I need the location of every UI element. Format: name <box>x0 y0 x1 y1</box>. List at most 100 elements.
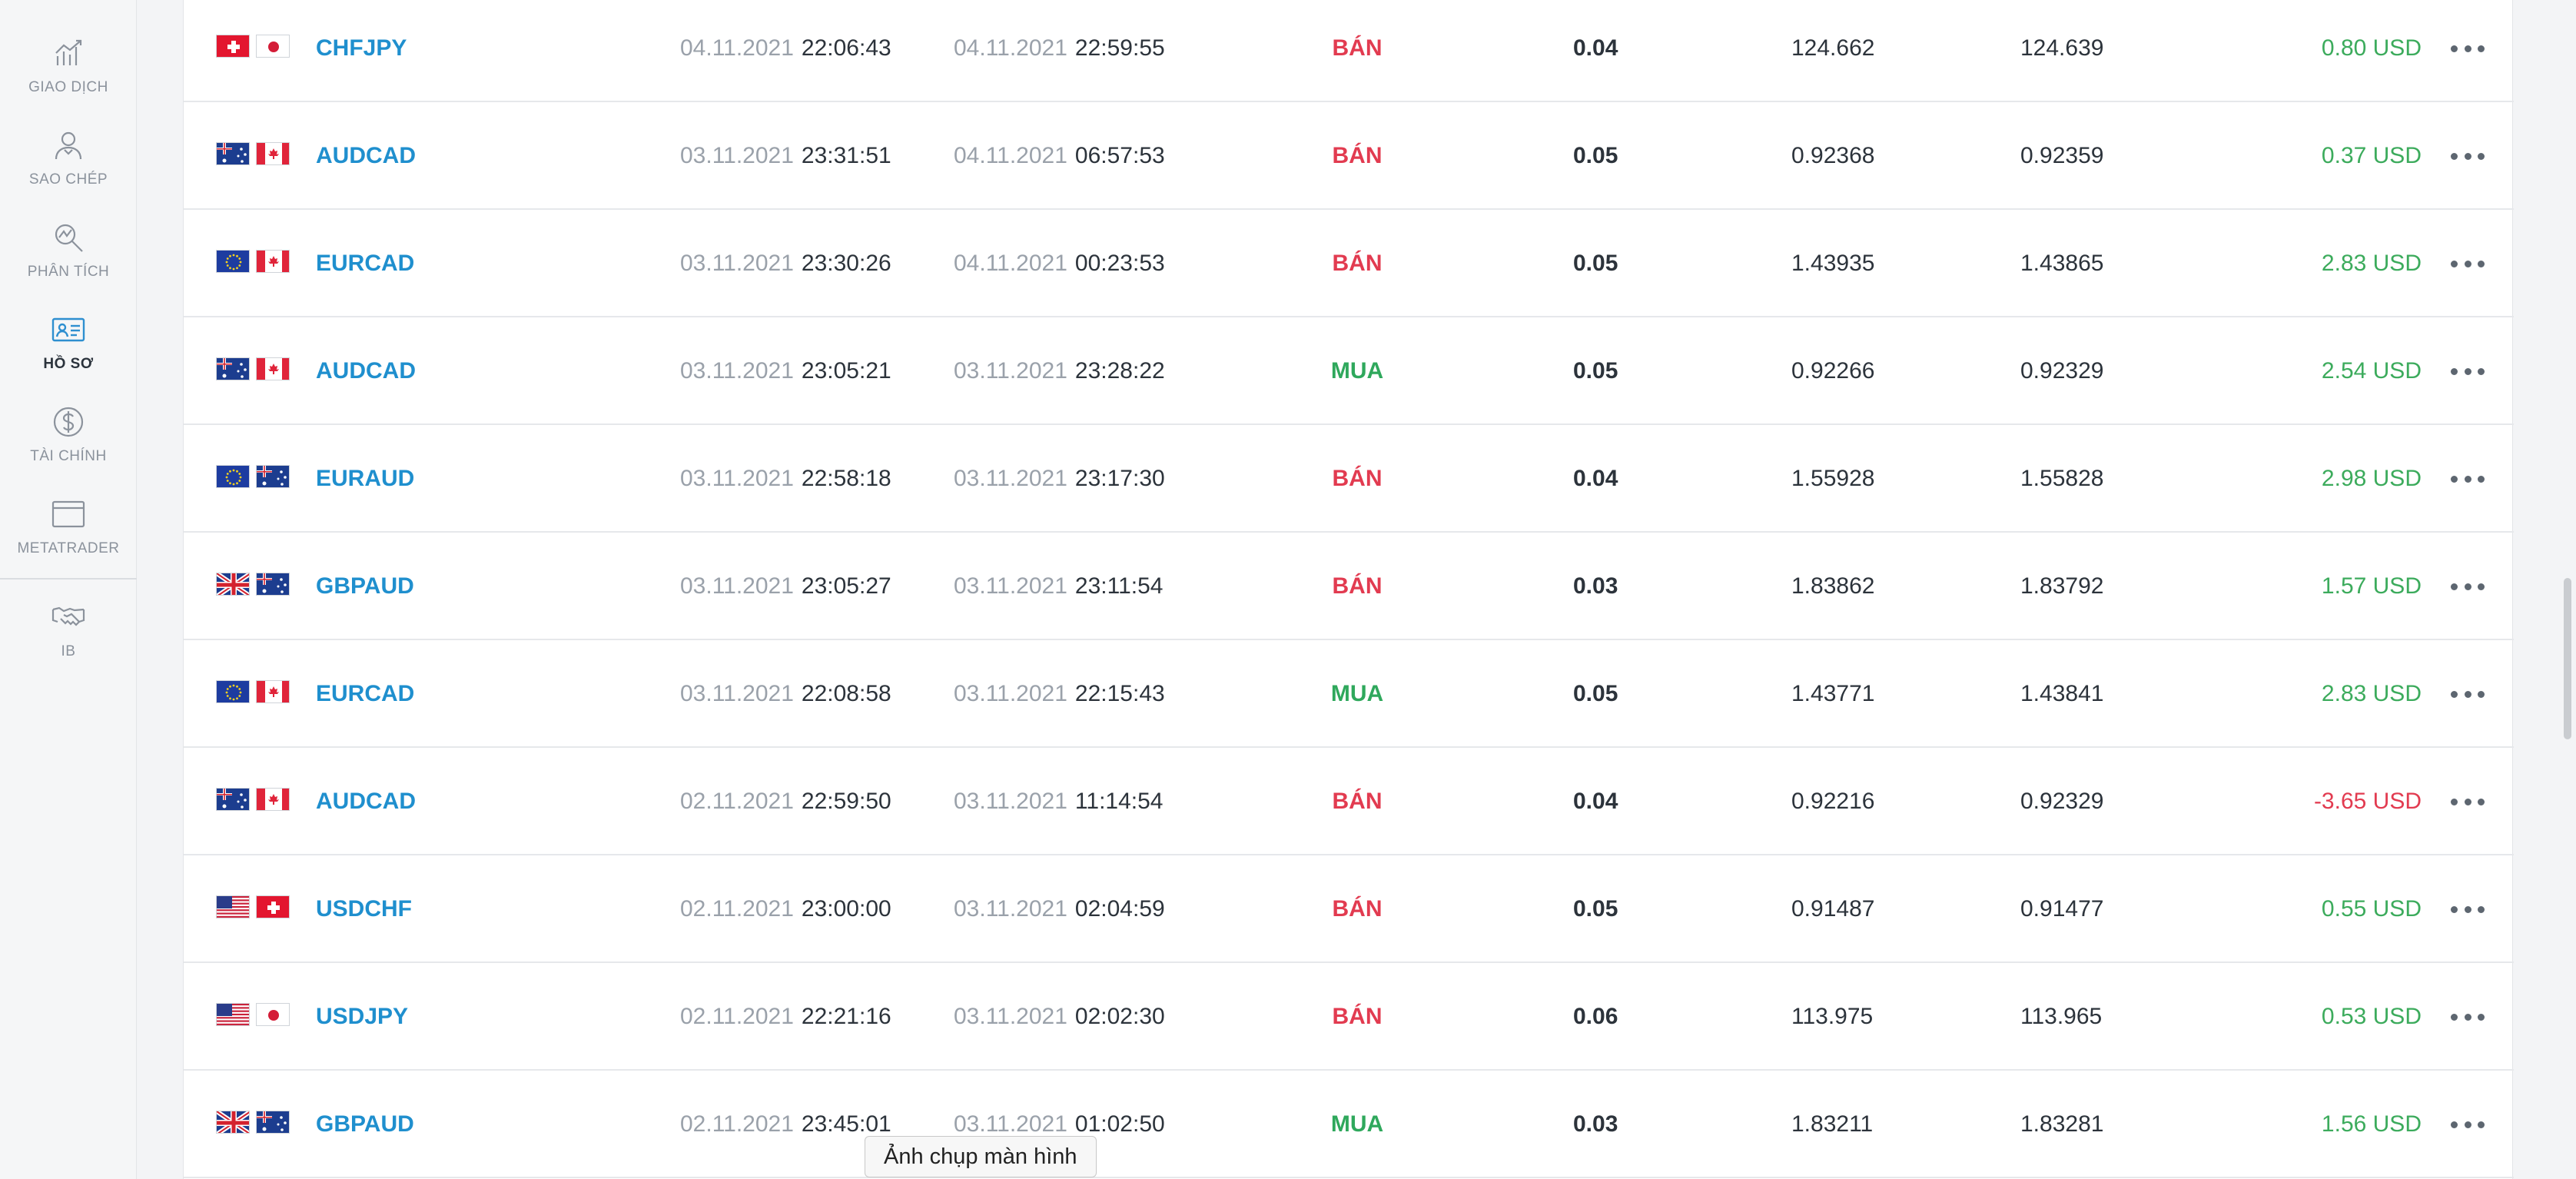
trade-volume: 0.05 <box>1573 143 1618 168</box>
table-row[interactable]: EURCAD 03.11.2021 22:08:58 03.11.2021 22… <box>184 640 2514 748</box>
open-time: 22:06:43 <box>801 35 891 61</box>
symbol-link[interactable]: GBPAUD <box>316 533 414 640</box>
table-row[interactable]: GBPAUD 03.11.2021 23:05:27 03.11.2021 23… <box>184 533 2514 640</box>
open-time: 22:58:18 <box>801 466 891 491</box>
more-dots-icon <box>2478 475 2485 483</box>
trade-profit: 2.98 USD <box>2321 466 2422 491</box>
currency-flags <box>216 465 290 488</box>
table-row[interactable]: EURCAD 03.11.2021 23:30:26 04.11.2021 00… <box>184 210 2514 317</box>
trade-profit: 1.57 USD <box>2321 573 2422 599</box>
symbol-link[interactable]: EURCAD <box>316 210 414 317</box>
trade-side: BÁN <box>1332 1004 1383 1029</box>
more-dots-icon <box>2478 583 2485 590</box>
more-options-button[interactable] <box>2451 1006 2485 1028</box>
more-options-button[interactable] <box>2451 38 2485 59</box>
sidebar-item-finance[interactable]: TÀI CHÍNH <box>0 392 137 477</box>
open-price: 1.55928 <box>1791 466 1875 491</box>
open-date: 02.11.2021 <box>680 896 794 922</box>
close-date: 04.11.2021 <box>954 143 1067 168</box>
table-row[interactable]: EURAUD 03.11.2021 22:58:18 03.11.2021 23… <box>184 425 2514 533</box>
handshake-icon <box>51 606 85 626</box>
sidebar-item-copy[interactable]: SAO CHÉP <box>0 115 137 200</box>
sidebar-item-label: GIAO DỊCH <box>28 79 108 95</box>
australia-flag-icon <box>256 573 290 596</box>
trade-side: BÁN <box>1332 789 1383 814</box>
open-time: 23:30:26 <box>801 251 891 276</box>
sidebar-item-ib[interactable]: IB <box>0 587 137 672</box>
trade-side: BÁN <box>1332 466 1383 491</box>
trade-profit: 2.83 USD <box>2321 681 2422 706</box>
symbol-link[interactable]: USDCHF <box>316 855 412 963</box>
open-time: 22:59:50 <box>801 789 891 814</box>
open-price: 0.92266 <box>1791 358 1875 384</box>
trade-volume: 0.05 <box>1573 251 1618 276</box>
close-date: 03.11.2021 <box>954 896 1067 922</box>
more-options-button[interactable] <box>2451 253 2485 274</box>
more-dots-icon <box>2451 45 2458 52</box>
australia-flag-icon <box>216 142 250 165</box>
australia-flag-icon <box>216 788 250 811</box>
symbol-link[interactable]: AUDCAD <box>316 317 416 425</box>
table-row[interactable]: GBPAUD 02.11.2021 23:45:01 03.11.2021 01… <box>184 1071 2514 1178</box>
more-options-button[interactable] <box>2451 791 2485 812</box>
scrollbar-thumb[interactable] <box>2564 578 2571 739</box>
more-options-button[interactable] <box>2451 683 2485 705</box>
open-price: 113.975 <box>1791 1004 1874 1029</box>
close-time: 11:14:54 <box>1074 789 1164 814</box>
more-options-button[interactable] <box>2451 1114 2485 1135</box>
symbol-link[interactable]: CHFJPY <box>316 0 407 102</box>
close-datetime: 03.11.2021 23:17:30 <box>954 425 1165 533</box>
table-row[interactable]: USDJPY 02.11.2021 22:21:16 03.11.2021 02… <box>184 963 2514 1071</box>
more-options-button[interactable] <box>2451 145 2485 167</box>
close-price: 1.83281 <box>2020 1111 2104 1137</box>
canada-flag-icon <box>256 357 290 380</box>
more-dots-icon <box>2464 475 2471 483</box>
sidebar-item-trading[interactable]: GIAO DỊCH <box>0 23 137 108</box>
symbol-link[interactable]: EURAUD <box>316 425 414 533</box>
sidebar-item-label: SAO CHÉP <box>28 171 108 188</box>
trade-volume: 0.06 <box>1573 1004 1618 1029</box>
currency-flags <box>216 357 290 380</box>
close-datetime: 03.11.2021 02:04:59 <box>954 855 1165 963</box>
more-options-button[interactable] <box>2451 898 2485 920</box>
currency-flags <box>216 680 290 703</box>
open-datetime: 03.11.2021 23:05:27 <box>680 533 891 640</box>
more-dots-icon <box>2464 905 2471 913</box>
more-options-button[interactable] <box>2451 360 2485 382</box>
open-price: 124.662 <box>1791 35 1875 61</box>
open-date: 03.11.2021 <box>680 573 794 599</box>
analytics-icon <box>55 224 83 252</box>
more-options-button[interactable] <box>2451 576 2485 597</box>
table-row[interactable]: AUDCAD 03.11.2021 23:31:51 04.11.2021 06… <box>184 102 2514 210</box>
close-price: 0.92329 <box>2020 358 2104 384</box>
uk-flag-icon <box>216 573 250 596</box>
trade-volume: 0.03 <box>1573 573 1618 599</box>
symbol-link[interactable]: EURCAD <box>316 640 414 748</box>
more-dots-icon <box>2478 367 2485 375</box>
symbol-link[interactable]: AUDCAD <box>316 748 416 855</box>
window-icon <box>51 500 85 528</box>
close-time: 02:04:59 <box>1074 896 1165 922</box>
more-dots-icon <box>2478 690 2485 698</box>
table-row[interactable]: AUDCAD 02.11.2021 22:59:50 03.11.2021 11… <box>184 748 2514 855</box>
usa-flag-icon <box>216 895 250 918</box>
more-dots-icon <box>2464 1121 2471 1128</box>
symbol-link[interactable]: AUDCAD <box>316 102 416 210</box>
symbol-link[interactable]: GBPAUD <box>316 1071 414 1178</box>
more-options-button[interactable] <box>2451 468 2485 490</box>
open-date: 03.11.2021 <box>680 251 794 276</box>
symbol-link[interactable]: USDJPY <box>316 963 408 1071</box>
table-row[interactable]: AUDCAD 03.11.2021 23:05:21 03.11.2021 23… <box>184 317 2514 425</box>
currency-flags <box>216 142 290 165</box>
table-row[interactable]: CHFJPY 04.11.2021 22:06:43 04.11.2021 22… <box>184 0 2514 102</box>
sidebar-item-analytics[interactable]: PHÂN TÍCH <box>0 208 137 292</box>
currency-flags <box>216 573 290 596</box>
currency-flags <box>216 250 290 273</box>
close-price: 113.965 <box>2020 1004 2103 1029</box>
sidebar-item-metatrader[interactable]: METATRADER <box>0 484 137 569</box>
more-dots-icon <box>2451 583 2458 590</box>
trade-side: MUA <box>1330 358 1384 384</box>
sidebar-item-profile[interactable]: HỒ SƠ <box>0 300 137 384</box>
sidebar: GIAO DỊCH SAO CHÉP PHÂN TÍCH HỒ SƠ TÀI C… <box>0 0 137 1179</box>
table-row[interactable]: USDCHF 02.11.2021 23:00:00 03.11.2021 02… <box>184 855 2514 963</box>
